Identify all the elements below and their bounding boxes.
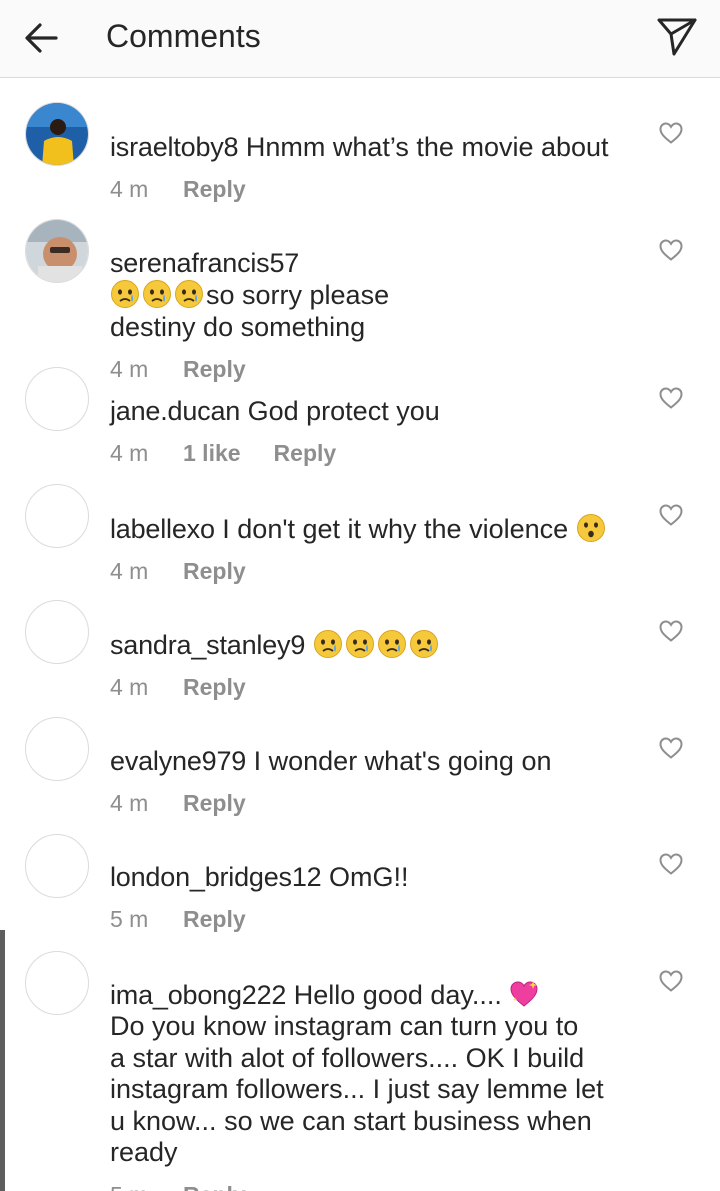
paper-plane-icon[interactable] bbox=[656, 16, 698, 58]
comment-username[interactable]: evalyne979 bbox=[110, 746, 246, 776]
crying-face-emoji bbox=[345, 629, 374, 658]
comment-username[interactable]: israeltoby8 bbox=[110, 132, 239, 162]
reply-button[interactable]: Reply bbox=[183, 557, 246, 585]
avatar[interactable] bbox=[25, 600, 89, 664]
comment-time: 5 m bbox=[110, 1181, 183, 1191]
comment-time: 4 m bbox=[110, 558, 149, 584]
avatar[interactable] bbox=[25, 951, 89, 1015]
comment-text-continued: Do you know instagram can turn you to a … bbox=[110, 1011, 604, 1167]
avatar[interactable] bbox=[25, 219, 89, 283]
hushed-face-emoji bbox=[576, 513, 605, 542]
heart-outline-icon[interactable] bbox=[659, 853, 683, 875]
comment-text bbox=[305, 630, 313, 660]
reply-button[interactable]: Reply bbox=[183, 673, 246, 701]
reply-button[interactable]: Reply bbox=[183, 1181, 246, 1191]
avatar[interactable] bbox=[25, 102, 89, 166]
comment-text: I wonder what's going on bbox=[246, 745, 552, 776]
comment-username[interactable]: serenafrancis57 bbox=[110, 248, 299, 278]
heart-outline-icon[interactable] bbox=[659, 239, 683, 261]
crying-face-emoji bbox=[111, 280, 139, 308]
comment-text: I don't get it why the violence bbox=[214, 513, 576, 544]
crying-face-emoji bbox=[409, 629, 438, 658]
reply-button[interactable]: Reply bbox=[274, 439, 337, 467]
page-title: Comments bbox=[106, 18, 261, 54]
sparkling-heart-emoji bbox=[510, 980, 538, 1007]
comment-meta: 5 m Reply bbox=[110, 905, 630, 933]
comment-text: Hnmm what’s the movie about bbox=[238, 131, 609, 162]
heart-outline-icon[interactable] bbox=[659, 504, 683, 526]
reply-button[interactable]: Reply bbox=[183, 175, 246, 203]
comment-username[interactable]: ima_obong222 bbox=[110, 980, 286, 1010]
top-bar: Comments bbox=[0, 0, 720, 78]
heart-outline-icon[interactable] bbox=[659, 387, 683, 409]
comment-text: God protect you bbox=[240, 395, 440, 426]
reply-button[interactable]: Reply bbox=[183, 905, 246, 933]
comment-time: 4 m bbox=[110, 790, 149, 816]
comment-meta: 5 m Reply bbox=[110, 1181, 630, 1191]
heart-outline-icon[interactable] bbox=[659, 122, 683, 144]
comment-time: 4 m bbox=[110, 674, 149, 700]
heart-outline-icon[interactable] bbox=[659, 737, 683, 759]
comment-meta: 4 m 1 like Reply bbox=[110, 439, 630, 467]
reply-button[interactable]: Reply bbox=[183, 789, 246, 817]
avatar[interactable] bbox=[25, 717, 89, 781]
comment-text: Hello good day.... bbox=[286, 979, 510, 1010]
comment-text: OmG!! bbox=[321, 861, 409, 892]
heart-outline-icon[interactable] bbox=[659, 970, 683, 992]
heart-outline-icon[interactable] bbox=[659, 620, 683, 642]
avatar[interactable] bbox=[25, 484, 89, 548]
crying-face-emoji bbox=[143, 280, 171, 308]
comment-username[interactable]: sandra_stanley9 bbox=[110, 630, 305, 660]
comment-meta: 4 m Reply bbox=[110, 789, 630, 817]
avatar[interactable] bbox=[25, 367, 89, 431]
likes-count[interactable]: 1 like bbox=[183, 439, 241, 467]
comment-username[interactable]: jane.ducan bbox=[110, 396, 240, 426]
arrow-left-icon[interactable] bbox=[22, 18, 62, 58]
comment-meta: 4 m Reply bbox=[110, 175, 630, 203]
scrollbar[interactable] bbox=[0, 930, 5, 1191]
comment-username[interactable]: labellexo bbox=[110, 514, 215, 544]
comment-meta: 4 m Reply bbox=[110, 673, 630, 701]
comment-time: 4 m bbox=[110, 176, 149, 202]
crying-face-emoji bbox=[313, 629, 342, 658]
comment-username[interactable]: london_bridges12 bbox=[110, 862, 322, 892]
comment-time: 5 m bbox=[110, 906, 149, 932]
comment-meta: 4 m Reply bbox=[110, 557, 630, 585]
crying-face-emoji bbox=[175, 280, 203, 308]
avatar[interactable] bbox=[25, 834, 89, 898]
crying-face-emoji bbox=[377, 629, 406, 658]
comment-time: 4 m bbox=[110, 440, 149, 466]
